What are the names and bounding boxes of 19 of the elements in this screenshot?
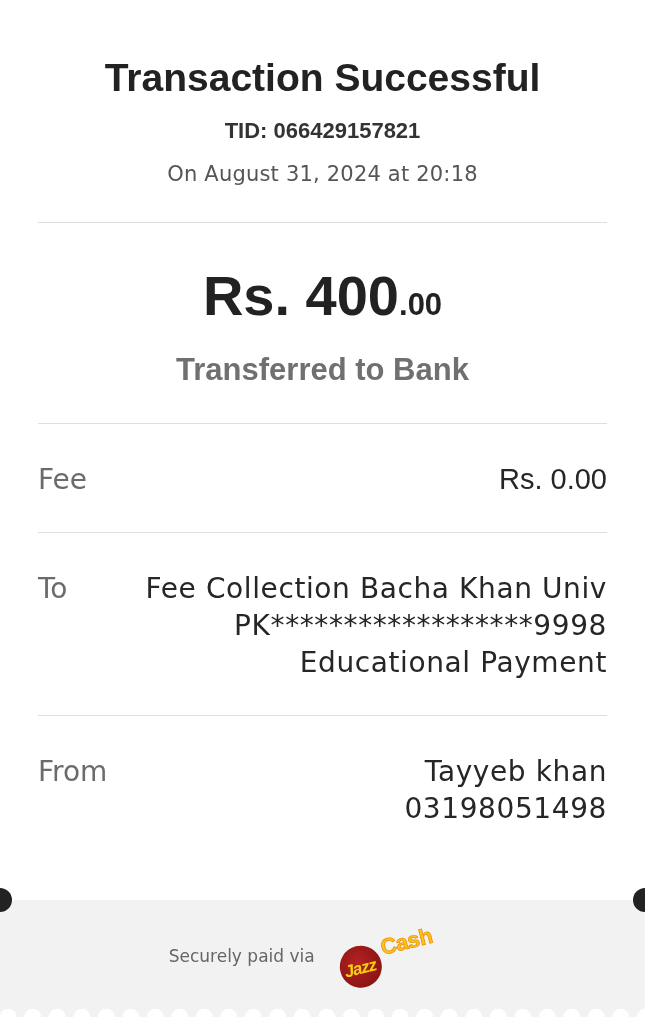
detail-value: Fee Collection Bacha Khan Univ (145, 571, 607, 607)
logo-text: Cash (377, 923, 435, 960)
ticket-notch-icon (633, 888, 645, 912)
page-title: Transaction Successful (104, 55, 541, 101)
ticket-notch-icon (0, 888, 12, 912)
transaction-id: TID: 066429157821 (224, 117, 421, 145)
detail-label: Fee (38, 462, 88, 498)
transaction-date: On August 31, 2024 at 20:18 (167, 161, 478, 188)
transfer-description: Transferred to Bank (176, 351, 469, 389)
payment-note: Securely paid via (168, 945, 315, 967)
detail-label: From (38, 754, 108, 790)
amount-text: Rs. 400.00 (202, 264, 443, 329)
detail-label: To (38, 571, 68, 607)
detail-value: Educational Payment (299, 645, 607, 681)
detail-value: 03198051498 (404, 791, 607, 827)
detail-value: PK******************9998 (234, 608, 607, 644)
logo-text: Jazz (342, 956, 378, 981)
detail-value: Tayyeb khan (424, 754, 607, 790)
detail-value: Rs. 0.00 (499, 462, 607, 497)
